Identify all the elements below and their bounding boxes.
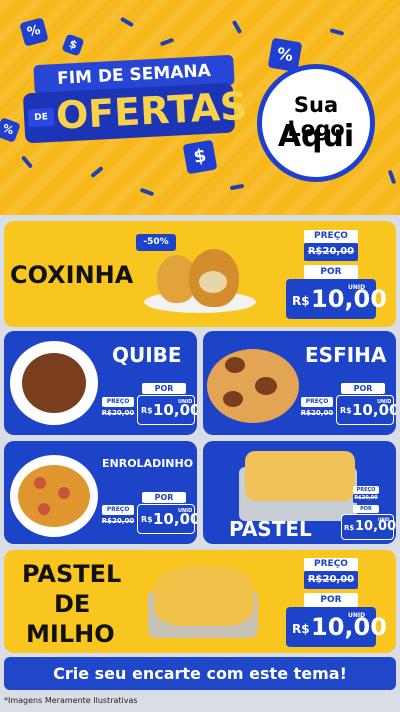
unid-label: UNID	[348, 612, 366, 619]
unid-label: UNID	[178, 508, 193, 514]
hero-title-de: DE	[27, 107, 55, 128]
new-price: 10,00	[355, 519, 396, 534]
preco-label: PREÇO	[301, 397, 333, 407]
product-name-line-3: MILHO	[26, 620, 115, 648]
unid-label: UNID	[178, 399, 193, 405]
new-price-box: R$ 10,00 UNID	[286, 607, 387, 647]
hero-banner: % $ % $ % FIM DE SEMANA DE OFERTAS Sua L…	[0, 0, 400, 215]
old-price: R$20,00	[304, 243, 358, 261]
por-label: POR	[142, 492, 186, 503]
enroladinho-image	[18, 465, 90, 527]
new-price-box: R$ 10,00 UNID	[336, 395, 396, 425]
hero-title-main: OFERTAS	[54, 83, 249, 138]
product-card-quibe: QUIBE POR PREÇO R$20,00 R$ 10,00 UNID	[4, 331, 197, 435]
currency: R$	[141, 406, 153, 415]
old-price: R$20,00	[353, 494, 379, 503]
currency: R$	[141, 515, 153, 524]
por-label: POR	[341, 383, 385, 394]
old-price: R$20,00	[100, 516, 136, 527]
logo-placeholder: Sua Logo Aqui	[257, 64, 375, 182]
pastel-de-milho-image	[154, 566, 254, 626]
esfiha-topping	[255, 377, 277, 395]
old-price: R$20,00	[100, 408, 136, 419]
por-label: POR	[353, 505, 379, 513]
product-card-pastel: PASTEL PREÇO R$20,00 POR R$ 10,00 UNID	[203, 441, 396, 544]
new-price-box: R$ 10,00 UNID	[286, 279, 387, 319]
product-name: ENROLADINHO	[102, 457, 194, 470]
por-label: POR	[304, 265, 358, 279]
new-price-box: R$ 10,00 UNID	[137, 504, 197, 534]
product-name: QUIBE	[112, 343, 182, 367]
new-price-box: R$ 10,00 UNID	[137, 395, 197, 425]
esfiha-topping	[223, 391, 243, 407]
preco-label: PREÇO	[353, 486, 379, 494]
new-price-box: R$ 10,00 UNID	[341, 514, 396, 540]
esfiha-image	[207, 349, 299, 423]
disclaimer: *Imagens Meramente Ilustrativas	[4, 696, 138, 705]
quibe-image	[22, 353, 86, 413]
sausage-slice	[58, 487, 70, 499]
esfiha-topping	[225, 357, 245, 373]
sausage-slice	[34, 477, 46, 489]
unid-label: UNID	[378, 517, 390, 522]
product-name-line-1: PASTEL	[22, 560, 122, 588]
product-card-coxinha: COXINHA -50% PREÇO R$20,00 POR R$ 10,00 …	[4, 221, 396, 327]
product-name-line-2: DE	[54, 590, 91, 618]
logo-line-2: Aqui	[277, 119, 355, 154]
pastel-image	[245, 451, 355, 501]
preco-label: PREÇO	[102, 505, 134, 515]
sausage-slice	[38, 503, 50, 515]
preco-label: PREÇO	[304, 230, 358, 243]
old-price: R$20,00	[304, 571, 358, 589]
currency: R$	[344, 524, 355, 532]
unid-label: UNID	[377, 399, 392, 405]
currency: R$	[292, 294, 310, 308]
cta-banner[interactable]: Crie seu encarte com este tema!	[4, 657, 396, 690]
product-card-pastel-de-milho: PASTEL DE MILHO PREÇO R$20,00 POR R$ 10,…	[4, 550, 396, 653]
product-name: PASTEL	[229, 517, 312, 541]
por-label: POR	[142, 383, 186, 394]
currency: R$	[292, 622, 310, 636]
dollar-cube-icon: $	[182, 139, 218, 175]
product-card-esfiha: ESFIHA POR PREÇO R$20,00 R$ 10,00 UNID	[203, 331, 396, 435]
currency: R$	[340, 406, 352, 415]
product-name: ESFIHA	[305, 343, 387, 367]
por-label: POR	[304, 593, 358, 607]
product-card-enroladinho: ENROLADINHO POR PREÇO R$20,00 R$ 10,00 U…	[4, 441, 197, 544]
unid-label: UNID	[348, 284, 366, 291]
old-price: R$20,00	[299, 408, 335, 419]
preco-label: PREÇO	[304, 558, 358, 571]
coxinha-filling	[199, 271, 227, 293]
discount-badge: -50%	[136, 234, 176, 251]
preco-label: PREÇO	[102, 397, 134, 407]
product-name: COXINHA	[10, 261, 134, 289]
